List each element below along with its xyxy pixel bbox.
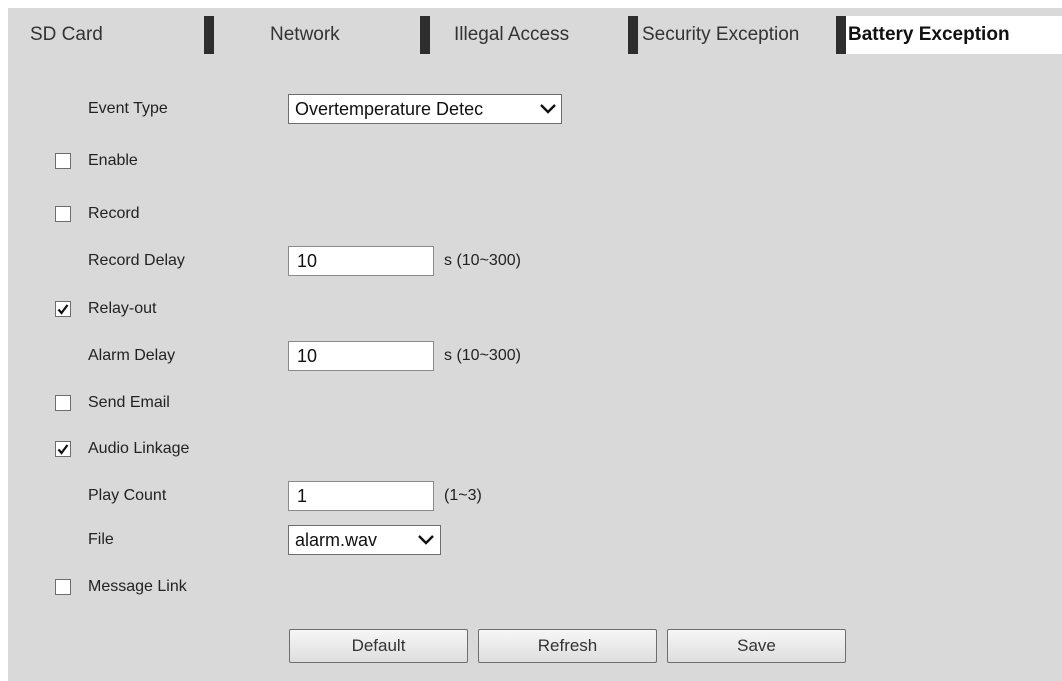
record-delay-input[interactable]: [288, 246, 434, 276]
record-delay-row: Record Delay s (10~300): [8, 246, 1062, 276]
message-link-label: Message Link: [88, 578, 187, 595]
file-label: File: [88, 531, 114, 548]
save-button[interactable]: Save: [667, 629, 846, 663]
event-type-value: Overtemperature Detec: [295, 99, 484, 119]
relay-out-checkbox[interactable]: [55, 301, 71, 317]
tab-label: Network: [270, 24, 340, 45]
tab-illegal-access[interactable]: Illegal Access: [430, 16, 628, 54]
action-buttons: Default Refresh Save: [8, 629, 1062, 663]
record-delay-range-hint: s (10~300): [444, 252, 521, 269]
file-value: alarm.wav: [295, 530, 378, 550]
header-strip: [0, 0, 1062, 8]
record-row: Record: [8, 199, 1062, 229]
event-type-label: Event Type: [88, 100, 168, 117]
enable-checkbox[interactable]: [55, 153, 71, 169]
tab-security-exception[interactable]: Security Exception: [638, 16, 836, 54]
event-type-select[interactable]: Overtemperature Detec: [288, 94, 562, 124]
tab-separator: [204, 16, 214, 54]
chevron-down-icon: [418, 535, 434, 545]
check-icon: [57, 304, 69, 315]
tab-separator: [628, 16, 638, 54]
tab-network[interactable]: Network: [214, 16, 420, 54]
tab-bar: SD Card Network Illegal Access Security …: [8, 16, 1062, 54]
relay-out-row: Relay-out: [8, 294, 1062, 324]
tab-separator: [836, 16, 846, 54]
audio-linkage-label: Audio Linkage: [88, 440, 190, 457]
audio-linkage-checkbox[interactable]: [55, 441, 71, 457]
tab-sd-card[interactable]: SD Card: [8, 16, 204, 54]
audio-linkage-row: Audio Linkage: [8, 434, 1062, 464]
send-email-row: Send Email: [8, 388, 1062, 418]
check-icon: [57, 444, 69, 455]
message-link-checkbox[interactable]: [55, 579, 71, 595]
alarm-delay-row: Alarm Delay s (10~300): [8, 341, 1062, 371]
enable-label: Enable: [88, 152, 138, 169]
play-count-label: Play Count: [88, 487, 167, 504]
message-link-row: Message Link: [8, 572, 1062, 602]
refresh-button[interactable]: Refresh: [478, 629, 657, 663]
relay-out-label: Relay-out: [88, 300, 157, 317]
record-label: Record: [88, 205, 140, 222]
alarm-delay-label: Alarm Delay: [88, 347, 176, 364]
play-count-row: Play Count (1~3): [8, 481, 1062, 511]
alarm-delay-input[interactable]: [288, 341, 434, 371]
tab-label: Battery Exception: [848, 24, 1010, 45]
tab-separator: [420, 16, 430, 54]
play-count-range-hint: (1~3): [444, 487, 482, 504]
record-delay-label: Record Delay: [88, 252, 185, 269]
send-email-checkbox[interactable]: [55, 395, 71, 411]
send-email-label: Send Email: [88, 394, 170, 411]
record-checkbox[interactable]: [55, 206, 71, 222]
file-row: File alarm.wav: [8, 525, 1062, 555]
tab-label: SD Card: [30, 24, 103, 45]
file-select[interactable]: alarm.wav: [288, 525, 441, 555]
default-button[interactable]: Default: [289, 629, 468, 663]
tab-battery-exception[interactable]: Battery Exception: [846, 16, 1062, 54]
enable-row: Enable: [8, 146, 1062, 176]
event-type-row: Event Type Overtemperature Detec: [8, 94, 1062, 124]
play-count-input[interactable]: [288, 481, 434, 511]
chevron-down-icon: [540, 104, 556, 114]
alarm-delay-range-hint: s (10~300): [444, 347, 521, 364]
tab-label: Illegal Access: [454, 24, 570, 45]
tab-label: Security Exception: [642, 24, 800, 45]
exception-panel: SD Card Network Illegal Access Security …: [8, 8, 1062, 681]
